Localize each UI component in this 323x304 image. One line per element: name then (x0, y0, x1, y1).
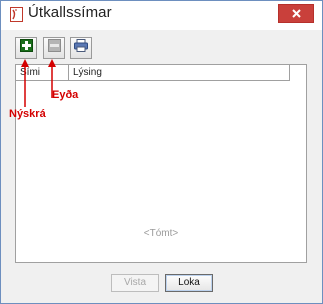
empty-placeholder: <Tómt> (143, 228, 179, 239)
column-header-simi[interactable]: Sími (16, 65, 69, 80)
printer-icon (74, 39, 88, 57)
add-icon (19, 39, 33, 57)
column-header-lysing[interactable]: Lýsing (69, 65, 102, 80)
close-button[interactable] (278, 4, 314, 23)
app-icon (10, 7, 23, 22)
close-icon (291, 5, 301, 23)
close-dialog-button[interactable]: Loka (165, 274, 213, 292)
print-button[interactable] (70, 37, 92, 59)
grid-header: Sími Lýsing (16, 65, 290, 81)
annotation-new-label: Nýskrá (9, 108, 46, 120)
save-button[interactable]: Vista (111, 274, 159, 292)
add-button[interactable] (15, 37, 37, 59)
title-bar: Útkallssímar (1, 1, 322, 30)
remove-icon (47, 39, 61, 57)
dialog-window: Útkallssímar Sími Lýsing <Tómt> Vista Lo… (0, 0, 323, 304)
annotation-delete-label: Eyða (52, 89, 79, 101)
window-title: Útkallssímar (28, 4, 112, 21)
delete-button[interactable] (43, 37, 65, 59)
